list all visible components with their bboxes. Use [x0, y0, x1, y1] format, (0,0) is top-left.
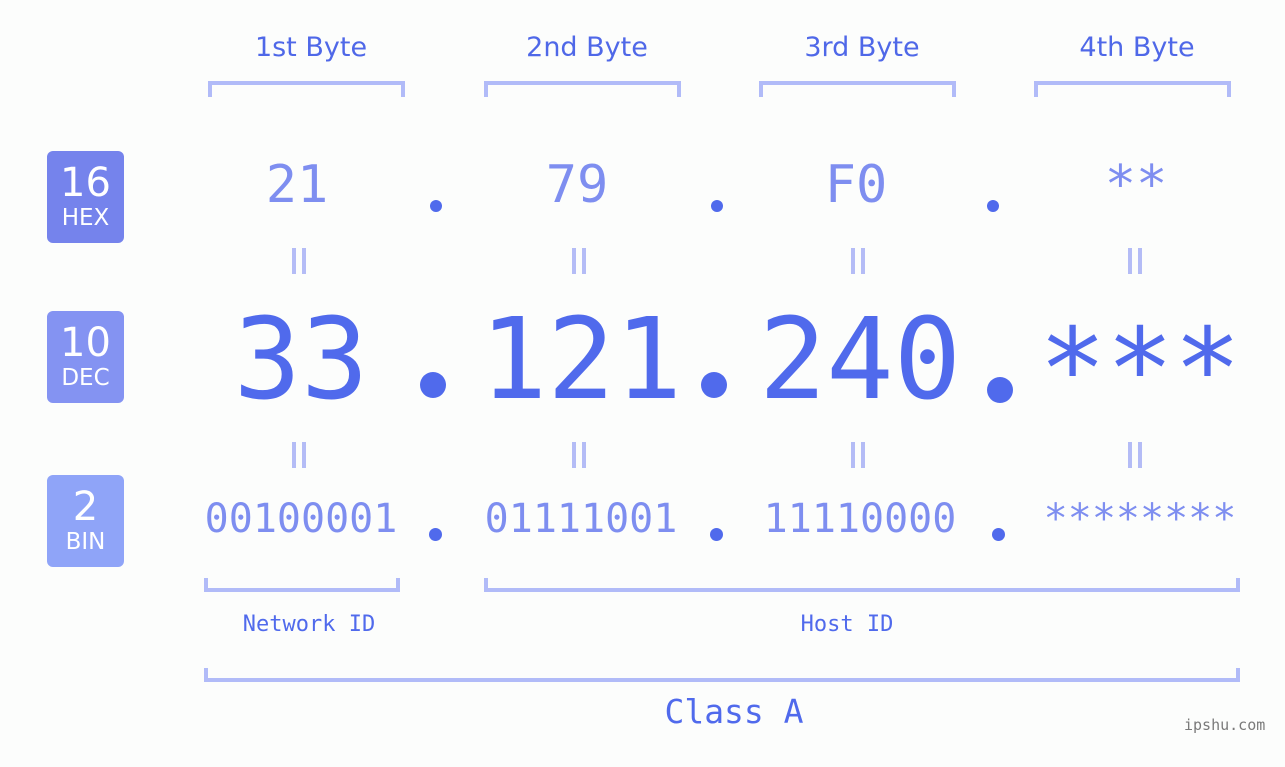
hex-value-2: 79: [545, 155, 609, 215]
dec-separator-dot: [420, 372, 446, 398]
byte-label-2: 2nd Byte: [526, 32, 648, 63]
dec-value-3: 240: [758, 295, 962, 425]
watermark: ipshu.com: [1184, 716, 1266, 734]
class-bracket: [204, 668, 1240, 682]
dec-badge-number: 10: [60, 320, 111, 366]
equals-icon: [290, 248, 308, 274]
byte-bracket-1: [208, 81, 405, 97]
hex-value-3: F0: [824, 155, 888, 215]
dec-separator-dot: [701, 372, 727, 398]
dec-value-2: 121: [479, 295, 683, 425]
class-label: Class A: [664, 692, 804, 731]
hex-separator-dot: [430, 200, 442, 212]
bin-separator-dot: [429, 528, 442, 541]
network-id-bracket: [204, 578, 400, 592]
hex-separator-dot: [987, 200, 999, 212]
dec-value-1: 33: [233, 295, 369, 425]
byte-bracket-2: [484, 81, 681, 97]
bin-badge-number: 2: [72, 484, 99, 530]
byte-bracket-3: [759, 81, 956, 97]
hex-separator-dot: [711, 200, 723, 212]
network-id-label: Network ID: [242, 612, 376, 637]
hex-badge-label: HEX: [61, 205, 110, 231]
byte-label-4: 4th Byte: [1079, 32, 1195, 63]
bin-separator-dot: [710, 528, 723, 541]
bin-value-2: 01111001: [484, 496, 678, 542]
hex-value-4: **: [1104, 155, 1168, 215]
host-id-bracket: [484, 578, 1240, 592]
equals-icon: [849, 248, 867, 274]
bin-separator-dot: [992, 528, 1005, 541]
dec-value-4: ***: [1038, 305, 1242, 435]
bin-value-3: 11110000: [763, 496, 957, 542]
host-id-label: Host ID: [800, 612, 894, 637]
bin-badge: 2 BIN: [47, 475, 124, 567]
byte-label-1: 1st Byte: [254, 32, 368, 63]
hex-value-1: 21: [265, 155, 329, 215]
hex-badge-number: 16: [60, 160, 111, 206]
equals-icon: [570, 248, 588, 274]
equals-icon: [849, 442, 867, 468]
bin-value-1: 00100001: [204, 496, 398, 542]
dec-separator-dot: [987, 377, 1013, 403]
dec-badge-label: DEC: [61, 365, 110, 391]
equals-icon: [1126, 248, 1144, 274]
bin-badge-label: BIN: [65, 529, 106, 555]
byte-label-3: 3rd Byte: [804, 32, 920, 63]
byte-bracket-4: [1034, 81, 1231, 97]
equals-icon: [290, 442, 308, 468]
hex-badge: 16 HEX: [47, 151, 124, 243]
dec-badge: 10 DEC: [47, 311, 124, 403]
equals-icon: [1126, 442, 1144, 468]
bin-value-4: ********: [1043, 496, 1237, 542]
equals-icon: [570, 442, 588, 468]
